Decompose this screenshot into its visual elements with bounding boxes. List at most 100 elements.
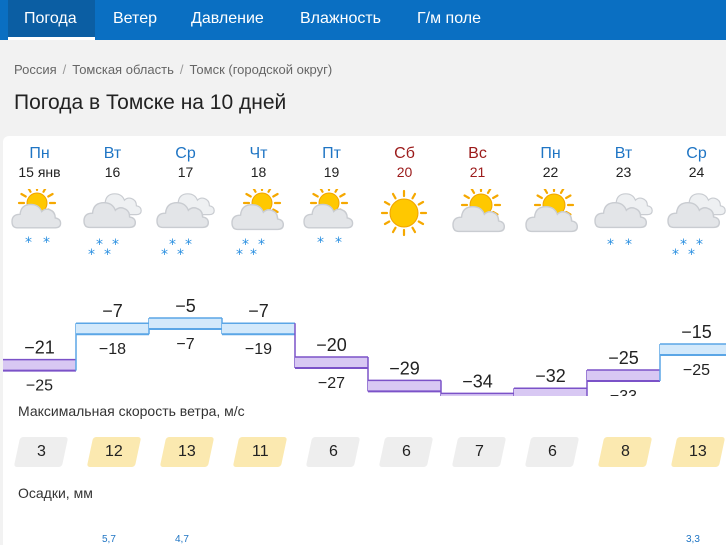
wind-speed-badge: 11 [232, 437, 288, 467]
day-name: Ср [175, 145, 196, 162]
wind-speed-value: 11 [251, 443, 269, 460]
day-column[interactable]: Чт 18 * * * * [222, 144, 295, 259]
precipitation-section-title: Осадки, мм [18, 485, 93, 501]
wind-speed-value: 13 [689, 443, 707, 460]
svg-text:*: * [161, 247, 168, 259]
svg-text:*: * [236, 247, 243, 259]
wind-speed-value: 7 [474, 443, 484, 460]
day-name: Пт [322, 145, 341, 162]
wind-speed-badge: 6 [305, 437, 361, 467]
partly-cloudy-icon [525, 189, 579, 233]
wind-speed-badge: 13 [159, 437, 215, 467]
day-name: Сб [394, 145, 415, 162]
wind-speed-value: 3 [36, 443, 46, 460]
svg-text:*: * [242, 237, 249, 253]
min-temp-label: −25 [26, 378, 53, 395]
temperature-chart: −21−25−7−18−5−7−7−19−20−27−29−38−34−40−3… [3, 296, 726, 396]
day-column[interactable]: Вт 16 * * * * [76, 144, 149, 259]
max-temp-label: −5 [175, 296, 196, 316]
wind-speed-value: 12 [105, 443, 123, 460]
tab-4[interactable]: Влажность [284, 0, 384, 40]
min-temp-label: −18 [99, 341, 126, 358]
max-temp-label: −7 [248, 301, 269, 321]
main-content: Россия / Томская область / Томск (городской … [0, 40, 726, 545]
max-temp-label: −20 [316, 335, 347, 355]
tab-5[interactable]: Г/м поле [401, 0, 497, 40]
day-date: 21 [469, 164, 486, 180]
day-column[interactable]: Вт 23 * * [587, 144, 660, 253]
temp-bar [222, 323, 295, 335]
wind-speed-badge: 3 [13, 437, 69, 467]
temp-bar [660, 344, 726, 355]
cloudy-light-snow-icon: * * [594, 193, 653, 253]
day-name: Вс [468, 145, 487, 162]
breadcrumb-item[interactable]: Томск (городской округ) [189, 62, 332, 77]
wind-speed-value: 8 [620, 443, 630, 460]
svg-text:*: * [317, 235, 324, 251]
day-date: 15 янв [18, 164, 61, 180]
svg-text:*: * [680, 237, 687, 253]
day-column[interactable]: Ср 17 * * * * [149, 144, 222, 259]
wind-speed-badge: 12 [86, 437, 142, 467]
max-temp-label: −29 [389, 358, 420, 378]
partly-cloudy-light-snow-icon: * * [11, 189, 62, 251]
forecast-card: −21−25−7−18−5−7−7−19−20−27−29−38−34−40−3… [3, 136, 726, 545]
day-date: 22 [542, 164, 559, 180]
svg-text:*: * [672, 247, 679, 259]
day-column[interactable]: Пн 15 янв * * [3, 144, 76, 251]
precipitation-value: 3,3 [686, 534, 700, 545]
max-temp-label: −15 [681, 322, 712, 342]
temp-bar [514, 388, 587, 396]
wind-speed-badge: 8 [597, 437, 653, 467]
max-temp-label: −32 [535, 366, 566, 386]
partly-cloudy-snow-icon: * *** [231, 189, 285, 259]
svg-text:*: * [185, 237, 192, 253]
wind-section-title: Максимальная скорость ветра, м/с [18, 403, 245, 419]
wind-speed-badge: 7 [451, 437, 507, 467]
breadcrumb-item[interactable]: Томская область [72, 62, 174, 77]
svg-text:*: * [96, 237, 103, 253]
min-temp-label: −27 [318, 375, 345, 392]
top-navigation: Погода Ветер Давление Влажность Г/м поле [0, 0, 726, 40]
tab-2[interactable]: Ветер [97, 0, 165, 40]
svg-text:*: * [25, 235, 32, 251]
day-date: 17 [177, 164, 194, 180]
wind-speed-value: 6 [401, 443, 411, 460]
precipitation-value: 4,7 [175, 534, 189, 545]
tab-3[interactable]: Давление [175, 0, 275, 40]
cloudy-snow-icon: * *** [156, 193, 215, 259]
breadcrumb: Россия / Томская область / Томск (городской … [14, 62, 332, 77]
day-column[interactable]: Пн 22 [514, 144, 587, 240]
svg-text:*: * [169, 237, 176, 253]
day-date: 16 [104, 164, 121, 180]
temp-bar [295, 357, 368, 368]
wind-speed-value: 13 [178, 443, 196, 460]
breadcrumb-item[interactable]: Россия [14, 62, 57, 77]
svg-text:*: * [625, 237, 632, 253]
svg-text:*: * [104, 247, 111, 259]
partly-cloudy-icon [452, 189, 506, 233]
breadcrumb-separator: / [62, 62, 67, 77]
cloudy-snow-icon: * *** [667, 193, 726, 259]
day-name: Ср [686, 145, 707, 162]
page-title: Погода в Томске на 10 дней [14, 91, 287, 114]
day-column[interactable]: Пт 19 * * [295, 144, 368, 251]
min-temp-label: −33 [610, 388, 637, 396]
day-name: Пн [540, 145, 561, 162]
svg-text:*: * [696, 237, 703, 253]
temp-bar [368, 380, 441, 392]
day-column[interactable]: Ср 24 * * * * [660, 144, 726, 259]
svg-text:*: * [335, 235, 342, 251]
day-column[interactable]: Сб 20 [368, 144, 441, 240]
svg-text:*: * [250, 247, 257, 259]
wind-speed-badge: 6 [524, 437, 580, 467]
tab-1[interactable]: Погода [8, 0, 95, 40]
day-date: 20 [396, 164, 413, 180]
day-name: Чт [249, 145, 268, 162]
day-date: 23 [615, 164, 632, 180]
day-column[interactable]: Вс 21 [441, 144, 514, 240]
day-name: Пн [29, 145, 50, 162]
temp-bar [3, 359, 76, 371]
sunny-icon [380, 189, 428, 237]
temp-bar [149, 318, 222, 329]
